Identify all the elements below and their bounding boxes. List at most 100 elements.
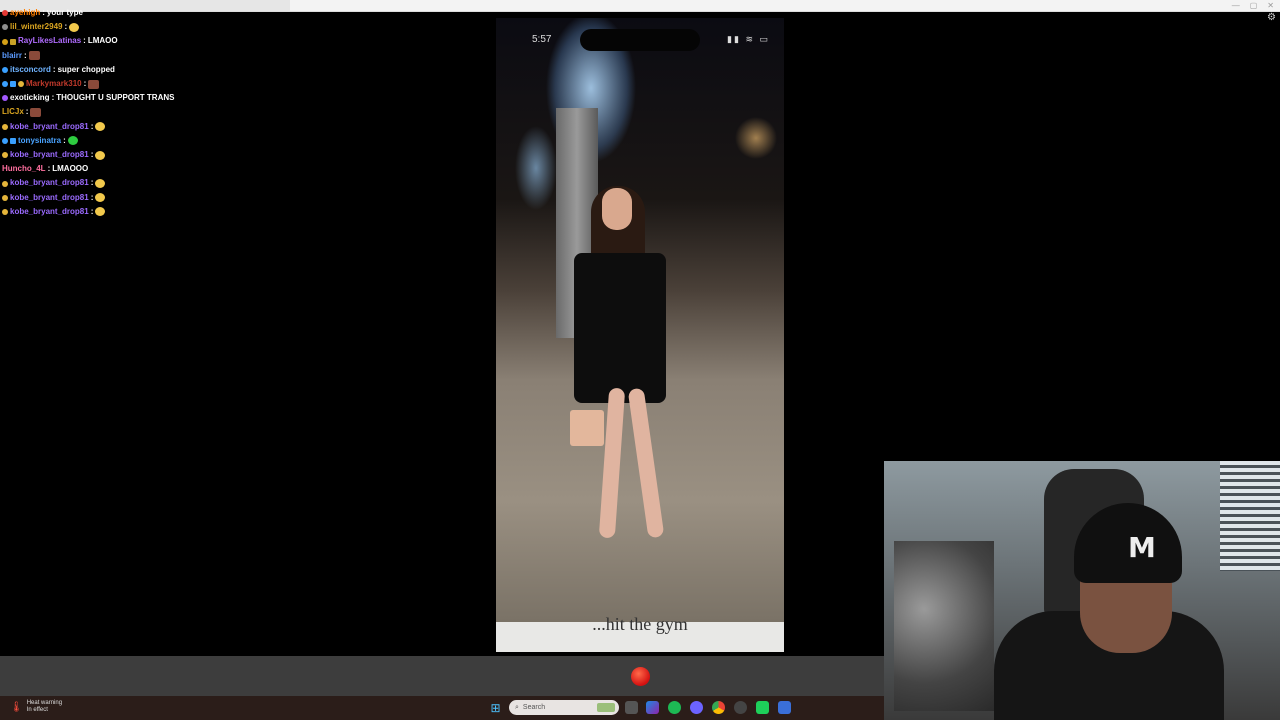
cap-logo: M bbox=[1128, 531, 1156, 564]
chat-badge-icon bbox=[18, 81, 24, 88]
windows-start-icon[interactable]: ⊞ bbox=[489, 701, 502, 715]
chat-message: Huncho_4L : LMAOOO bbox=[2, 162, 302, 176]
copilot-icon[interactable] bbox=[646, 701, 659, 714]
chat-emote-icon bbox=[95, 150, 106, 160]
chat-emote-icon bbox=[88, 79, 100, 89]
chat-username[interactable]: kobe_bryant_drop81 bbox=[10, 205, 89, 219]
task-view-icon[interactable] bbox=[625, 701, 638, 714]
chat-username[interactable]: LICJx bbox=[2, 105, 24, 119]
heat-subtitle: In effect bbox=[26, 707, 48, 713]
dynamic-island bbox=[580, 29, 700, 51]
chat-message: lil_winter2949 : bbox=[2, 20, 302, 34]
minimize-icon[interactable]: — bbox=[1232, 0, 1240, 11]
gear-icon[interactable]: ⚙ bbox=[1267, 12, 1276, 23]
chat-text: LMAOOO bbox=[52, 164, 89, 174]
chat-separator: : bbox=[83, 79, 87, 89]
chat-username[interactable]: exoticking bbox=[10, 91, 50, 105]
chat-username[interactable]: ayehigh bbox=[10, 6, 40, 20]
chat-separator: : bbox=[47, 164, 51, 174]
woman-leg-right bbox=[627, 387, 665, 539]
close-icon[interactable]: ✕ bbox=[1267, 0, 1274, 11]
chat-username[interactable]: RayLikesLatinas bbox=[18, 34, 81, 48]
app-icon[interactable] bbox=[778, 701, 791, 714]
chat-separator: : bbox=[63, 135, 66, 145]
chat-message: kobe_bryant_drop81 : bbox=[2, 205, 302, 219]
chat-message: kobe_bryant_drop81 : bbox=[2, 191, 302, 205]
chat-message: LICJx : bbox=[2, 105, 302, 119]
maximize-icon[interactable]: ▢ bbox=[1250, 0, 1258, 11]
chat-emote-icon bbox=[95, 122, 106, 132]
heat-title: Heat warning bbox=[26, 700, 63, 706]
chat-username[interactable]: Huncho_4L bbox=[2, 162, 46, 176]
obs-icon[interactable] bbox=[734, 701, 747, 714]
chat-emote-icon bbox=[28, 51, 40, 61]
chat-message: ayehigh : your type bbox=[2, 6, 302, 20]
chat-message: kobe_bryant_drop81 : bbox=[2, 120, 302, 134]
chat-emote-icon bbox=[95, 193, 106, 203]
chat-badge-icon bbox=[2, 208, 8, 215]
webcam-feed: M bbox=[884, 461, 1280, 720]
chat-text: THOUGHT U SUPPORT TRANS bbox=[56, 93, 175, 103]
chat-separator: : bbox=[90, 192, 94, 202]
chat-text: super chopped bbox=[57, 64, 115, 74]
chat-separator: : bbox=[90, 178, 94, 188]
window-blinds bbox=[1220, 461, 1280, 571]
weather-widget[interactable]: 🌡 Heat warning In effect bbox=[10, 700, 62, 714]
chat-badge-icon bbox=[10, 38, 16, 45]
chat-badge-icon bbox=[10, 81, 16, 88]
chat-separator: : bbox=[90, 206, 94, 216]
spotify-icon[interactable] bbox=[668, 701, 681, 714]
chat-emote-icon bbox=[67, 136, 78, 146]
chat-separator: : bbox=[51, 93, 55, 103]
chat-separator: : bbox=[90, 121, 94, 131]
chat-username[interactable]: kobe_bryant_drop81 bbox=[10, 176, 89, 190]
chat-message: blairr : bbox=[2, 49, 302, 63]
search-icon: ⌕ bbox=[515, 703, 519, 711]
chat-username[interactable]: kobe_bryant_drop81 bbox=[10, 120, 89, 134]
chat-text: your type bbox=[46, 8, 83, 17]
chat-username[interactable]: kobe_bryant_drop81 bbox=[10, 148, 89, 162]
chat-message: tonysinatra : bbox=[2, 134, 302, 148]
status-time: 5:57 bbox=[532, 34, 552, 45]
chat-badge-icon bbox=[2, 180, 8, 187]
chat-separator: : bbox=[52, 64, 56, 74]
chat-message: itsconcord : super chopped bbox=[2, 63, 302, 77]
taskbar bbox=[0, 696, 884, 720]
phone-screen: 5:57 ▮▮ ≋ ▭ ...hit the gym bbox=[496, 18, 784, 652]
search-highlight-icon bbox=[597, 703, 615, 712]
chat-emote-icon bbox=[30, 108, 42, 118]
chrome-icon[interactable] bbox=[712, 701, 725, 714]
chat-separator: : bbox=[24, 50, 27, 60]
chat-username[interactable]: lil_winter2949 bbox=[10, 20, 62, 34]
photo bbox=[496, 18, 784, 622]
chat-username[interactable]: blairr bbox=[2, 49, 22, 63]
chat-separator: : bbox=[83, 36, 86, 46]
window-controls: — ▢ ✕ bbox=[1232, 0, 1274, 11]
chat-username[interactable]: itsconcord bbox=[10, 63, 51, 77]
thermometer-icon: 🌡 bbox=[10, 701, 23, 713]
chat-badge-icon bbox=[2, 123, 8, 130]
chat-message: RayLikesLatinas : LMAOO bbox=[2, 34, 302, 48]
chat-badge-icon bbox=[2, 95, 8, 102]
taskbar-search[interactable]: ⌕ Search bbox=[509, 700, 619, 715]
chat-message: exoticking : THOUGHT U SUPPORT TRANS bbox=[2, 91, 302, 105]
chat-separator: : bbox=[25, 107, 29, 117]
chat-message: kobe_bryant_drop81 : bbox=[2, 148, 302, 162]
record-button[interactable] bbox=[631, 667, 650, 686]
chat-emote-icon bbox=[95, 207, 106, 217]
chat-username[interactable]: Markymark310 bbox=[26, 77, 82, 91]
chat-badge-icon bbox=[2, 10, 8, 17]
chat-username[interactable]: tonysinatra bbox=[18, 134, 61, 148]
photo-caption: ...hit the gym bbox=[592, 614, 688, 634]
status-icons: ▮▮ ≋ ▭ bbox=[727, 34, 770, 44]
woman-face bbox=[602, 188, 632, 230]
chat-username[interactable]: kobe_bryant_drop81 bbox=[10, 191, 89, 205]
chat-badge-icon bbox=[2, 24, 8, 31]
chat-badge-icon bbox=[2, 194, 8, 201]
chat-badge-icon bbox=[2, 66, 8, 73]
chat-separator: : bbox=[90, 150, 94, 160]
discord-icon[interactable] bbox=[690, 701, 703, 714]
handbag bbox=[570, 410, 604, 446]
chat-badge-icon bbox=[2, 152, 8, 159]
kick-icon[interactable] bbox=[756, 701, 769, 714]
